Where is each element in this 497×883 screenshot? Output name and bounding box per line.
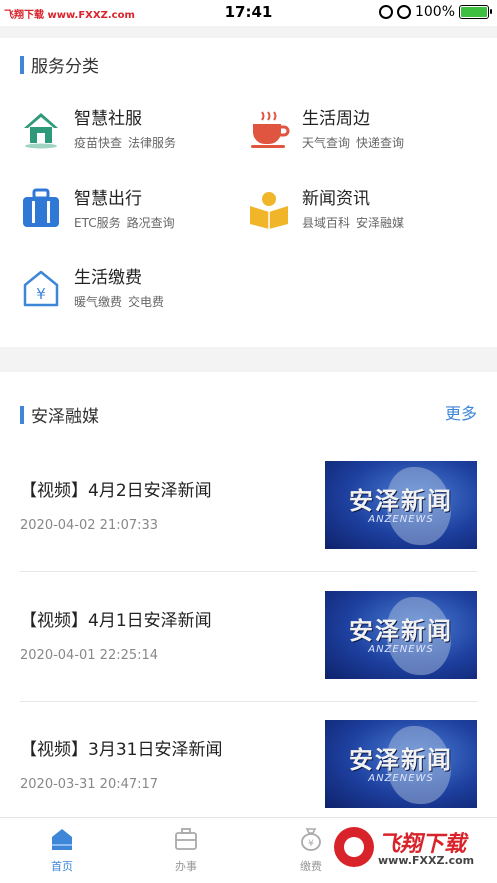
news-title: 【视频】3月31日安泽新闻 [20, 740, 223, 760]
battery-icon [459, 5, 492, 19]
service-zhihui-chuxing[interactable]: 智慧出行 ETC服务 路况查询 [20, 188, 175, 231]
watermark-logo-icon [334, 827, 374, 867]
news-section-title: 安泽融媒 [31, 407, 99, 427]
rotation-lock-icon [378, 5, 393, 19]
suitcase-icon [20, 188, 62, 230]
service-subs: 暖气缴费 交电费 [74, 293, 164, 310]
top-separator [0, 26, 497, 38]
news-title: 【视频】4月1日安泽新闻 [20, 611, 212, 631]
news-thumbnail: 安泽新闻 ANZENEWS [325, 461, 477, 549]
service-sub-link[interactable]: 交电费 [128, 295, 164, 309]
service-subs: 天气查询 快递查询 [302, 134, 404, 151]
thumbnail-title: 安泽新闻 [349, 617, 453, 645]
service-subs: 疫苗快查 法律服务 [74, 134, 176, 151]
battery-percent: 100% [414, 4, 455, 20]
services-section-title: 服务分类 [31, 57, 99, 77]
service-sub-link[interactable]: 安泽融媒 [356, 216, 404, 230]
home-icon [49, 826, 75, 852]
watermark-sub: www.FXXZ.com [378, 854, 475, 867]
tab-affairs[interactable]: 办事 [156, 826, 216, 874]
section-accent-bar [20, 55, 24, 74]
service-sub-link[interactable]: 天气查询 [302, 136, 350, 150]
service-name: 生活周边 [302, 109, 370, 129]
service-shenghuo-zhoubian[interactable]: 生活周边 天气查询 快递查询 [248, 108, 404, 151]
service-name: 生活缴费 [74, 268, 142, 288]
reader-book-icon [248, 188, 290, 230]
tab-label: 首页 [51, 860, 73, 873]
alarm-icon [396, 5, 411, 19]
house-icon [20, 108, 62, 150]
service-sub-link[interactable]: 法律服务 [128, 136, 176, 150]
news-title: 【视频】4月2日安泽新闻 [20, 481, 212, 501]
thumbnail-subtitle: ANZENEWS [368, 773, 434, 784]
news-thumbnail: 安泽新闻 ANZENEWS [325, 720, 477, 808]
news-section-header: 安泽融媒 [20, 402, 99, 427]
service-sub-link[interactable]: 路况查询 [127, 216, 175, 230]
money-bag-icon: ¥ [298, 826, 324, 852]
service-sub-link[interactable]: 县域百科 [302, 216, 350, 230]
coffee-cup-icon [248, 108, 290, 150]
service-zhihui-shefu[interactable]: 智慧社服 疫苗快查 法律服务 [20, 108, 176, 151]
news-date: 2020-04-01 22:25:14 [20, 648, 159, 663]
tab-label: 办事 [175, 860, 197, 873]
services-section-header: 服务分类 [20, 52, 99, 77]
service-sub-link[interactable]: 暖气缴费 [74, 295, 122, 309]
service-subs: 县域百科 安泽融媒 [302, 214, 404, 231]
service-subs: ETC服务 路况查询 [74, 214, 175, 231]
status-bar: 飞翔下载 www.FXXZ.com 17:41 100% [0, 0, 497, 26]
service-name: 智慧社服 [74, 109, 142, 129]
service-sub-link[interactable]: 疫苗快查 [74, 136, 122, 150]
news-item[interactable]: 【视频】4月1日安泽新闻 2020-04-01 22:25:14 安泽新闻 AN… [20, 562, 477, 692]
svg-text:¥: ¥ [36, 285, 46, 303]
section-separator [0, 347, 497, 372]
yuan-house-icon: ¥ [20, 267, 62, 309]
briefcase-icon [173, 826, 199, 852]
news-thumbnail: 安泽新闻 ANZENEWS [325, 591, 477, 679]
service-xinwen-zixun[interactable]: 新闻资讯 县域百科 安泽融媒 [248, 188, 404, 231]
news-date: 2020-04-02 21:07:33 [20, 518, 159, 533]
service-shenghuo-jiaofei[interactable]: ¥ 生活缴费 暖气缴费 交电费 [20, 267, 164, 310]
thumbnail-subtitle: ANZENEWS [368, 514, 434, 525]
section-accent-bar [20, 405, 24, 424]
svg-text:¥: ¥ [308, 839, 314, 849]
watermark-badge: 飞翔下载 www.FXXZ.com [330, 822, 490, 874]
news-item[interactable]: 【视频】4月2日安泽新闻 2020-04-02 21:07:33 安泽新闻 AN… [20, 432, 477, 562]
news-item[interactable]: 【视频】3月31日安泽新闻 2020-03-31 20:47:17 安泽新闻 A… [20, 691, 477, 821]
status-indicators: 100% [378, 4, 492, 20]
thumbnail-subtitle: ANZENEWS [368, 644, 434, 655]
more-link[interactable]: 更多 [445, 400, 477, 424]
service-name: 智慧出行 [74, 189, 142, 209]
service-sub-link[interactable]: ETC服务 [74, 216, 121, 230]
service-name: 新闻资讯 [302, 189, 370, 209]
thumbnail-title: 安泽新闻 [349, 487, 453, 515]
thumbnail-title: 安泽新闻 [349, 746, 453, 774]
news-date: 2020-03-31 20:47:17 [20, 777, 159, 792]
service-sub-link[interactable]: 快递查询 [356, 136, 404, 150]
tab-home[interactable]: 首页 [32, 826, 92, 874]
